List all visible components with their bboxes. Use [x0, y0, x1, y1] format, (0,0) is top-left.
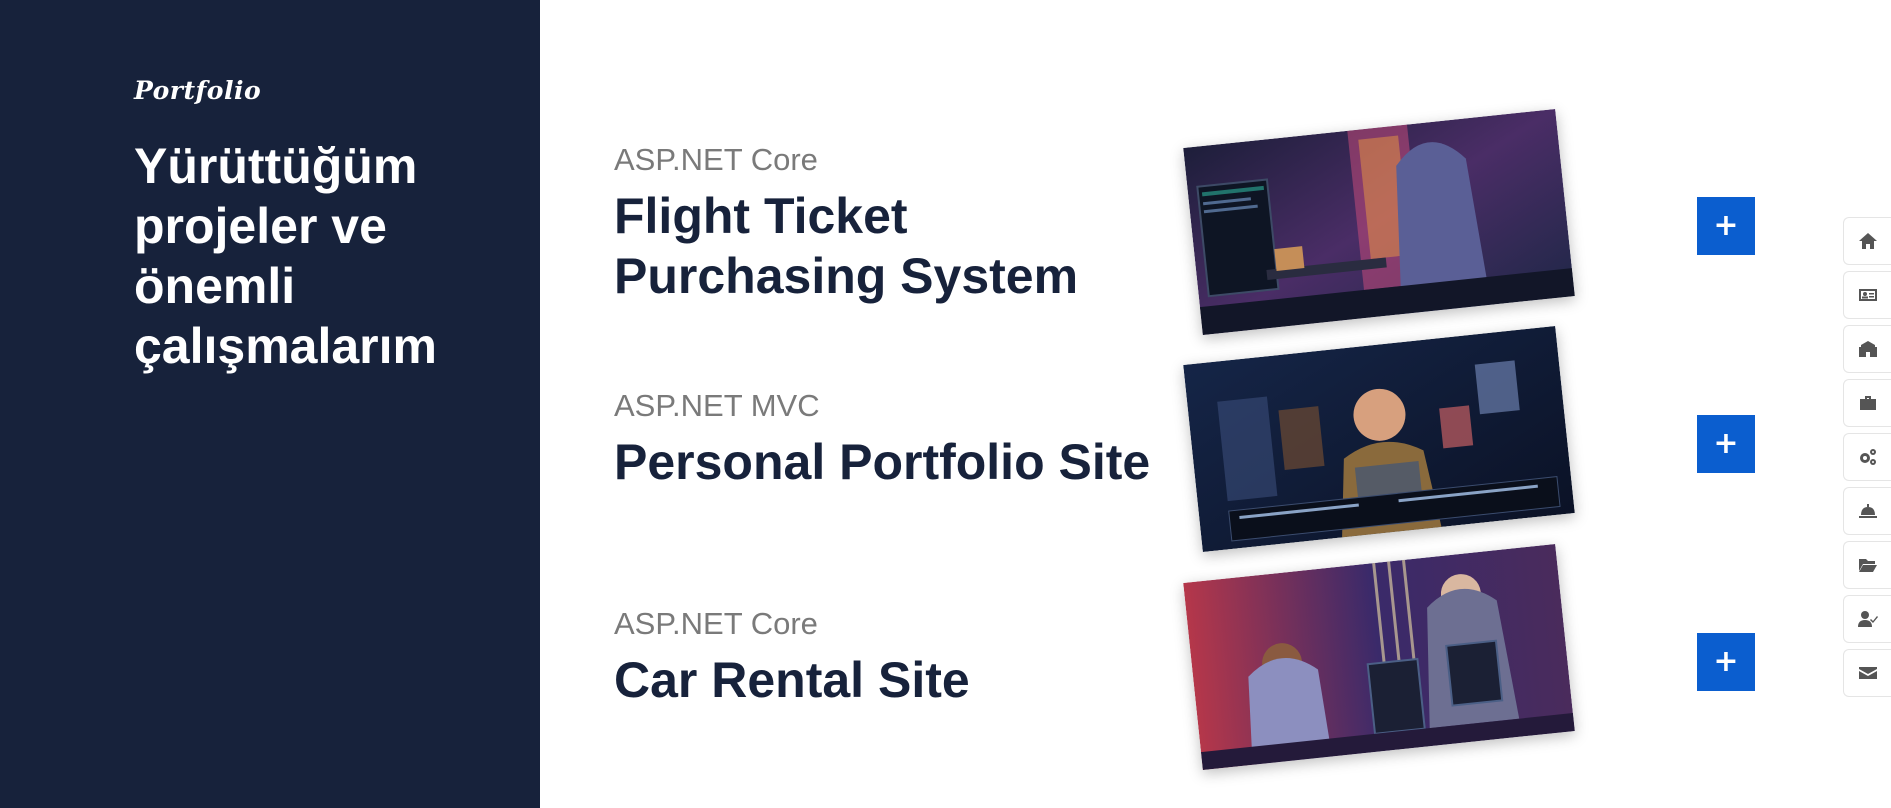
- home-icon: [1858, 233, 1877, 249]
- plus-icon: +: [1713, 644, 1739, 679]
- project-title[interactable]: Car Rental Site: [614, 650, 1174, 710]
- building-icon: [1858, 341, 1877, 357]
- nav-about-button[interactable]: [1843, 271, 1891, 319]
- project-image: [1183, 543, 1575, 771]
- service-bell-icon: [1858, 504, 1877, 518]
- nav-education-button[interactable]: [1843, 325, 1891, 373]
- user-check-icon: [1857, 611, 1878, 627]
- project-thumbnail[interactable]: [1183, 543, 1575, 771]
- project-title[interactable]: Personal Portfolio Site: [614, 432, 1174, 492]
- project-title[interactable]: Flight Ticket Purchasing System: [614, 186, 1174, 306]
- project-thumbnail[interactable]: [1183, 325, 1575, 553]
- nav-contact-button[interactable]: [1843, 649, 1891, 697]
- plus-icon: +: [1713, 426, 1739, 461]
- nav-experience-button[interactable]: [1843, 379, 1891, 427]
- project-thumbnail[interactable]: [1183, 108, 1575, 336]
- project-category: ASP.NET MVC: [614, 388, 820, 423]
- nav-references-button[interactable]: [1843, 595, 1891, 643]
- expand-project-button[interactable]: +: [1697, 633, 1755, 691]
- expand-project-button[interactable]: +: [1697, 415, 1755, 473]
- section-heading: Yürüttüğüm projeler ve önemli çalışmalar…: [134, 138, 437, 374]
- briefcase-icon: [1859, 396, 1876, 410]
- nav-home-button[interactable]: [1843, 217, 1891, 265]
- envelope-icon: [1858, 667, 1877, 679]
- section-eyebrow: Portfolio: [134, 76, 262, 105]
- sidebar-panel: Portfolio Yürüttüğüm projeler ve önemli …: [0, 0, 540, 808]
- folder-open-icon: [1858, 559, 1877, 572]
- project-image: [1183, 325, 1575, 553]
- nav-skills-button[interactable]: [1843, 433, 1891, 481]
- project-category: ASP.NET Core: [614, 606, 818, 641]
- gears-icon: [1859, 449, 1876, 465]
- id-card-icon: [1858, 289, 1877, 301]
- project-category: ASP.NET Core: [614, 142, 818, 177]
- nav-portfolio-button[interactable]: [1843, 541, 1891, 589]
- plus-icon: +: [1713, 208, 1739, 243]
- side-navigation: [1843, 217, 1891, 703]
- expand-project-button[interactable]: +: [1697, 197, 1755, 255]
- nav-services-button[interactable]: [1843, 487, 1891, 535]
- project-image: [1183, 108, 1575, 336]
